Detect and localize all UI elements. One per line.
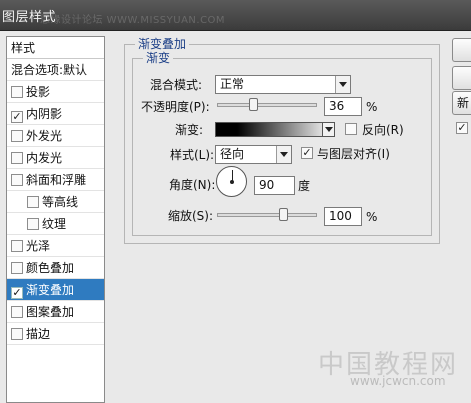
sidebar-item-label: 内阴影: [26, 107, 63, 121]
chevron-down-icon: [335, 76, 350, 93]
cancel-button[interactable]: [452, 66, 471, 90]
watermark-bottom: 中国教程网 www.jcwcn.com: [318, 344, 468, 394]
blend-mode-label: 混合模式:: [150, 78, 203, 92]
outer-glow-checkbox[interactable]: [11, 130, 23, 142]
pattern-overlay-checkbox[interactable]: [11, 306, 23, 318]
sidebar-item-satin[interactable]: 光泽: [7, 235, 104, 257]
gradient-picker-chevron-icon[interactable]: [322, 122, 335, 137]
sidebar-item-label: 光泽: [26, 239, 51, 253]
align-with-layer-label: 与图层对齐(I): [317, 147, 390, 161]
scale-input[interactable]: 100: [324, 207, 362, 226]
gradient-preview[interactable]: [215, 122, 335, 137]
sidebar-item-label: 颜色叠加: [26, 261, 75, 275]
sidebar-item-outer-glow[interactable]: 外发光: [7, 125, 104, 147]
sidebar-item-label: 图案叠加: [26, 305, 75, 319]
texture-checkbox[interactable]: [27, 218, 39, 230]
sidebar-item-color-overlay[interactable]: 颜色叠加: [7, 257, 104, 279]
checkmark-icon: ✓: [457, 121, 467, 134]
watermark-url: www.jcwcn.com: [350, 374, 446, 388]
title-bar: 图层样式 思缘设计论坛 WWW.MISSYUAN.COM: [0, 0, 471, 31]
angle-label: 角度(N):: [169, 178, 216, 192]
inner-glow-checkbox[interactable]: [11, 152, 23, 164]
new-style-button[interactable]: 新: [452, 91, 471, 115]
sidebar-item-label: 外发光: [26, 129, 63, 143]
sidebar-item-pattern-overlay[interactable]: 图案叠加: [7, 301, 104, 323]
satin-checkbox[interactable]: [11, 240, 23, 252]
reverse-checkbox[interactable]: [345, 123, 357, 135]
sidebar-item-label: 描边: [26, 327, 51, 341]
sidebar-item-stroke[interactable]: 描边: [7, 323, 104, 345]
gradient-overlay-checkbox[interactable]: ✓: [11, 287, 23, 299]
inner-shadow-checkbox[interactable]: ✓: [11, 111, 23, 123]
ok-button[interactable]: [452, 38, 471, 62]
sidebar-item-contour[interactable]: 等高线: [7, 191, 104, 213]
styles-header[interactable]: 样式: [7, 37, 104, 59]
scale-unit: %: [366, 210, 378, 224]
sidebar-item-texture[interactable]: 纹理: [7, 213, 104, 235]
sidebar-item-drop-shadow[interactable]: 投影: [7, 81, 104, 103]
style-label: 样式(L):: [170, 148, 215, 162]
scale-slider-thumb[interactable]: [279, 208, 288, 221]
angle-center: [230, 180, 234, 184]
sidebar-item-label: 纹理: [42, 217, 67, 231]
sidebar-item-label: 等高线: [42, 195, 79, 209]
gradient-legend: 渐变: [143, 51, 174, 65]
sidebar-item-blending-options[interactable]: 混合选项:默认: [7, 59, 104, 81]
sidebar-item-bevel-emboss[interactable]: 斜面和浮雕: [7, 169, 104, 191]
sidebar-item-label: 渐变叠加: [26, 283, 75, 297]
bevel-emboss-checkbox[interactable]: [11, 174, 23, 186]
angle-dial[interactable]: [216, 166, 247, 197]
scale-slider-track[interactable]: [217, 213, 317, 217]
sidebar-item-gradient-overlay[interactable]: ✓ 渐变叠加: [7, 279, 104, 301]
preview-checkbox[interactable]: ✓: [456, 122, 468, 134]
gradient-overlay-legend: 渐变叠加: [135, 37, 190, 51]
sidebar-item-label: 斜面和浮雕: [26, 173, 87, 187]
style-select[interactable]: 径向: [215, 145, 292, 164]
opacity-slider-thumb[interactable]: [249, 98, 258, 111]
sidebar-item-label: 内发光: [26, 151, 63, 165]
new-style-label: 新: [457, 96, 470, 110]
color-overlay-checkbox[interactable]: [11, 262, 23, 274]
align-with-layer-checkbox[interactable]: ✓: [301, 147, 313, 159]
gradient-label: 渐变:: [175, 123, 204, 137]
sidebar-item-label: 混合选项:默认: [11, 63, 88, 77]
styles-list: 样式 混合选项:默认 投影 ✓ 内阴影 外发光 内发光 斜面和浮雕 等高线 纹理 光泽 颜色叠加 ✓ 渐…: [6, 36, 105, 403]
opacity-unit: %: [366, 100, 378, 114]
watermark-top: 思缘设计论坛 WWW.MISSYUAN.COM: [40, 15, 226, 26]
stroke-checkbox[interactable]: [11, 328, 23, 340]
drop-shadow-checkbox[interactable]: [11, 86, 23, 98]
contour-checkbox[interactable]: [27, 196, 39, 208]
sidebar-item-inner-glow[interactable]: 内发光: [7, 147, 104, 169]
scale-label: 缩放(S):: [168, 209, 214, 223]
angle-input[interactable]: 90: [254, 176, 295, 195]
opacity-label: 不透明度(P):: [141, 100, 210, 114]
sidebar-item-label: 投影: [26, 85, 51, 99]
opacity-slider-track[interactable]: [217, 103, 317, 107]
angle-unit: 度: [298, 179, 311, 193]
sidebar-item-inner-shadow[interactable]: ✓ 内阴影: [7, 103, 104, 125]
opacity-input[interactable]: 36: [324, 97, 362, 116]
reverse-label: 反向(R): [362, 123, 404, 137]
blend-mode-value: 正常: [220, 77, 245, 91]
style-value: 径向: [220, 147, 245, 161]
chevron-down-icon: [276, 146, 291, 163]
blend-mode-select[interactable]: 正常: [215, 75, 351, 94]
